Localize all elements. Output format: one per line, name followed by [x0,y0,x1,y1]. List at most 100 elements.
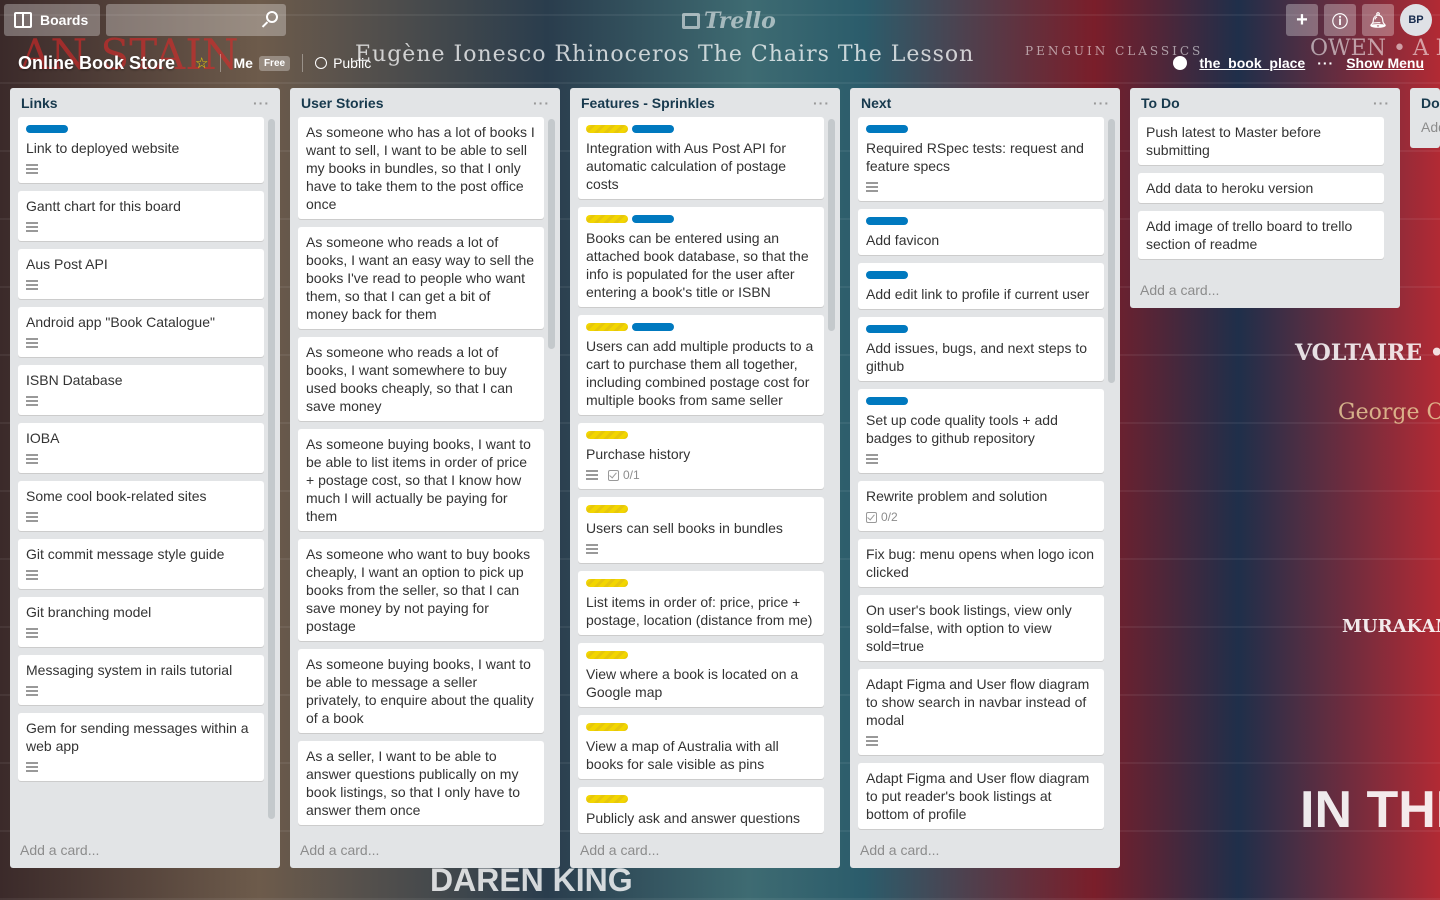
team-label[interactable]: Me [233,55,252,71]
list-header[interactable]: Next ··· [850,88,1120,117]
add-card-button[interactable]: Add a card... [850,834,1120,868]
card[interactable]: Android app "Book Catalogue" [18,307,264,357]
list-menu-icon[interactable]: ··· [253,95,270,111]
visibility-button[interactable]: Public [315,55,371,71]
card[interactable]: Link to deployed website [18,117,264,183]
description-icon [26,628,38,638]
list-menu-icon[interactable]: ··· [533,95,550,111]
list-title[interactable]: Do [1410,88,1440,117]
add-card-button[interactable]: Add a card... [570,834,840,868]
card-badges [26,451,256,467]
card[interactable]: View where a book is located on a Google… [578,643,824,707]
card[interactable]: Git commit message style guide [18,539,264,589]
card[interactable]: Aus Post API [18,249,264,299]
list-header[interactable]: Links ··· [10,88,280,117]
card[interactable]: Adapt Figma and User flow diagram to put… [858,763,1104,829]
add-button[interactable]: + [1286,4,1318,36]
card[interactable]: Fix bug: menu opens when logo icon click… [858,539,1104,587]
card[interactable]: Required RSpec tests: request and featur… [858,117,1104,201]
card-badges [866,179,1096,195]
boards-button[interactable]: Boards [4,4,101,36]
card-labels [866,395,1096,411]
card[interactable]: As someone buying books, I want to be ab… [298,429,544,531]
checklist-icon [608,469,619,481]
search-input[interactable] [106,4,287,36]
card[interactable]: Publicly ask and answer questions [578,787,824,833]
card[interactable]: Adapt Figma and User flow diagram to sho… [858,669,1104,755]
card[interactable]: Users can sell books in bundles [578,497,824,563]
list-title[interactable]: To Do [1141,95,1180,111]
card[interactable]: As someone who reads a lot of books, I w… [298,337,544,421]
list-menu-icon[interactable]: ··· [1093,95,1110,111]
card[interactable]: Add favicon [858,209,1104,255]
card[interactable]: ISBN Database [18,365,264,415]
add-card-button[interactable]: Add a card... [10,834,280,868]
list-title[interactable]: User Stories [301,95,383,111]
list-to-do: To Do ··· Push latest to Master before sub… [1130,88,1400,308]
card-title: Required RSpec tests: request and featur… [866,140,1084,174]
card-badges [26,277,256,293]
list-header[interactable]: User Stories ··· [290,88,560,117]
list-scrollbar[interactable] [548,119,555,349]
board-header: Online Book Store ☆ Me Free Public the_b… [0,44,1440,82]
add-card-button[interactable]: Add a card... [1130,274,1400,308]
card[interactable]: As someone buying books, I want to be ab… [298,649,544,733]
avatar[interactable]: BP [1400,4,1432,36]
board-title[interactable]: Online Book Store [18,53,175,74]
list-title[interactable]: Next [861,95,891,111]
card[interactable]: Some cool book-related sites [18,481,264,531]
card[interactable]: Integration with Aus Post API for automa… [578,117,824,199]
list-header[interactable]: To Do ··· [1130,88,1400,117]
card[interactable]: IOBA [18,423,264,473]
card[interactable]: Add image of trello board to trello sect… [1138,211,1384,259]
repo-link[interactable]: the_book_place [1199,55,1305,71]
card[interactable]: As a seller, I want to be able to answer… [298,741,544,825]
card[interactable]: List items in order of: price, price + p… [578,571,824,635]
card[interactable]: Push latest to Master before submitting [1138,117,1384,165]
search-icon[interactable] [266,11,279,23]
label-yellow [586,651,628,659]
card[interactable]: Set up code quality tools + add badges t… [858,389,1104,473]
show-menu-link[interactable]: Show Menu [1346,55,1424,71]
description-icon [26,762,38,772]
card-title: Push latest to Master before submitting [1146,124,1322,158]
card[interactable]: Add issues, bugs, and next steps to gith… [858,317,1104,381]
card-title: Android app "Book Catalogue" [26,314,215,330]
card-labels [586,503,816,519]
card[interactable]: Add edit link to profile if current user [858,263,1104,309]
card[interactable]: Rewrite problem and solution 0/2 [858,481,1104,531]
card[interactable]: Messaging system in rails tutorial [18,655,264,705]
description-icon [866,736,878,746]
card[interactable]: Add data to heroku version [1138,173,1384,203]
star-icon[interactable]: ☆ [195,54,208,72]
label-yellow [586,323,628,331]
add-card-button[interactable]: Add [1410,117,1440,135]
card[interactable]: As someone who reads a lot of books, I w… [298,227,544,329]
card-badges [26,335,256,351]
list-scrollbar[interactable] [268,119,275,819]
list-title[interactable]: Links [21,95,58,111]
card[interactable]: Gantt chart for this board [18,191,264,241]
add-card-button[interactable]: Add a card... [290,834,560,868]
card-title: Git branching model [26,604,152,620]
info-button[interactable]: ⓘ [1324,4,1356,36]
list-menu-icon[interactable]: ··· [1373,95,1390,111]
notifications-button[interactable]: 🔔︎ [1362,4,1394,36]
card-title: Link to deployed website [26,140,180,156]
card[interactable]: As someone who want to buy books cheaply… [298,539,544,641]
card[interactable]: Books can be entered using an attached b… [578,207,824,307]
card[interactable]: Gem for sending messages within a web ap… [18,713,264,781]
card[interactable]: View a map of Australia with all books f… [578,715,824,779]
list-header[interactable]: Features - Sprinkles ··· [570,88,840,117]
list-scrollbar[interactable] [828,119,835,331]
list-scrollbar[interactable] [1108,119,1115,383]
list-title[interactable]: Features - Sprinkles [581,95,715,111]
list-menu-icon[interactable]: ··· [813,95,830,111]
card[interactable]: As someone who has a lot of books I want… [298,117,544,219]
card[interactable]: On user's book listings, view only sold=… [858,595,1104,661]
card-badges [586,541,816,557]
card[interactable]: Purchase history 0/1 [578,423,824,489]
trello-logo[interactable]: Trello [682,8,776,34]
card[interactable]: Git branching model [18,597,264,647]
card[interactable]: Users can add multiple products to a car… [578,315,824,415]
